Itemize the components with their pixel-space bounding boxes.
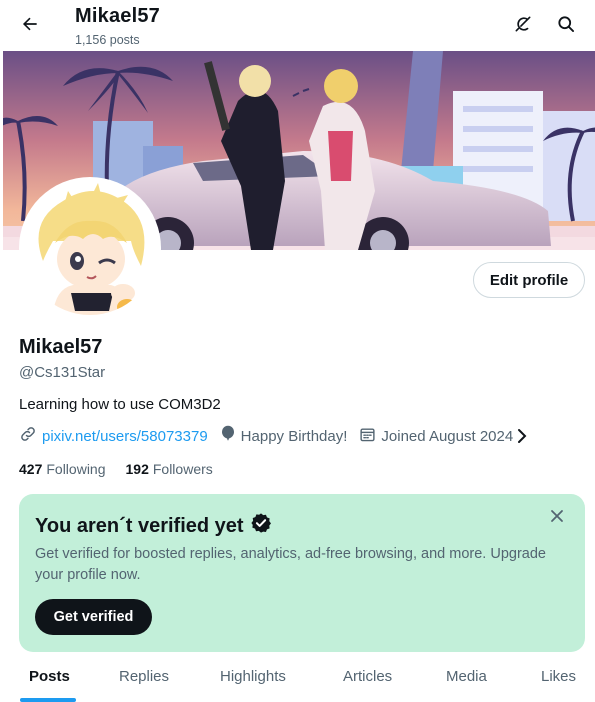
website-link[interactable]: pixiv.net/users/58073379	[42, 428, 208, 445]
profile-bio: Learning how to use COM3D2	[19, 396, 221, 413]
tab-articles[interactable]: Articles	[343, 668, 392, 685]
followers-link[interactable]: 192 Followers	[126, 461, 213, 477]
verification-title-row: You aren´t verified yet	[35, 512, 272, 540]
profile-tabs: Posts Replies Highlights Articles Media …	[0, 660, 595, 702]
tab-replies[interactable]: Replies	[119, 668, 169, 685]
followers-count: 192	[125, 461, 149, 477]
edit-profile-button[interactable]: Edit profile	[473, 262, 585, 298]
verification-description: Get verified for boosted replies, analyt…	[35, 546, 546, 583]
get-verified-button[interactable]: Get verified	[35, 599, 152, 635]
close-icon	[550, 509, 564, 528]
arrow-left-icon	[20, 14, 40, 39]
link-icon	[19, 425, 42, 447]
search-icon	[556, 14, 576, 39]
header-name: Mikael57	[75, 5, 160, 27]
follow-stats: 427 Following 192 Followers	[19, 461, 233, 477]
verification-title: You aren´t verified yet	[35, 514, 244, 537]
profile-meta: pixiv.net/users/58073379 Happy Birthday!…	[19, 425, 529, 447]
balloon-icon	[220, 425, 241, 447]
tab-highlights[interactable]: Highlights	[220, 668, 286, 685]
back-button[interactable]	[14, 10, 46, 42]
joined-item: Joined August 2024	[359, 426, 513, 447]
profile-display-name: Mikael57	[19, 336, 103, 358]
verification-card: You aren´t verified yet Get verified for…	[19, 494, 585, 652]
grok-icon	[513, 14, 533, 39]
calendar-icon	[359, 426, 381, 447]
tab-posts[interactable]: Posts	[29, 668, 70, 685]
close-button[interactable]	[545, 506, 569, 530]
active-tab-indicator	[20, 698, 76, 702]
search-button[interactable]	[550, 10, 582, 42]
website-item: pixiv.net/users/58073379	[19, 425, 208, 447]
profile-avatar[interactable]	[19, 177, 161, 319]
profile-handle: @Cs131Star	[19, 364, 106, 381]
verified-badge-icon	[244, 512, 272, 540]
joined-text: Joined August 2024	[381, 427, 514, 445]
following-link[interactable]: 427 Following	[19, 461, 106, 477]
birthday-item: Happy Birthday!	[220, 425, 348, 447]
followers-label: Followers	[152, 461, 213, 477]
following-count: 427	[19, 461, 43, 477]
following-label: Following	[46, 461, 106, 477]
tab-likes[interactable]: Likes	[541, 668, 576, 685]
birthday-text: Happy Birthday!	[240, 427, 348, 445]
top-bar: Mikael57 1,156 posts	[0, 0, 595, 52]
chevron-right-icon[interactable]	[515, 428, 529, 444]
tab-media[interactable]: Media	[446, 668, 487, 685]
post-count: 1,156 posts	[75, 33, 140, 47]
grok-button[interactable]	[507, 10, 539, 42]
